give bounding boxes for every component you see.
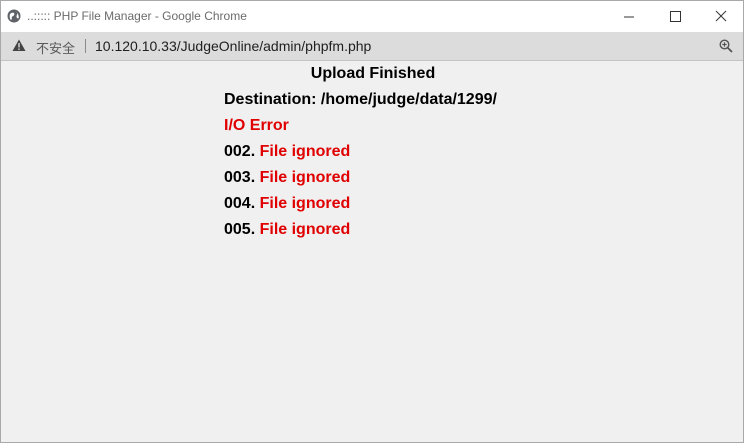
warning-icon[interactable]: [12, 39, 26, 57]
url-field[interactable]: 10.120.10.33/JudgeOnline/admin/phpfm.php: [95, 38, 371, 54]
file-number: 003.: [224, 169, 256, 186]
close-button[interactable]: [698, 1, 744, 32]
minimize-icon: [624, 16, 634, 18]
file-status: File ignored: [259, 195, 351, 212]
file-number: 005.: [224, 221, 256, 238]
file-result-row: 004. File ignored: [224, 195, 350, 213]
file-number: 002.: [224, 143, 256, 160]
window-title: ..::::: PHP File Manager - Google Chrome: [27, 9, 247, 23]
file-result-row: 003. File ignored: [224, 169, 350, 187]
file-status: File ignored: [259, 169, 351, 186]
maximize-button[interactable]: [652, 1, 698, 32]
minimize-button[interactable]: [606, 1, 652, 32]
page-content: Upload Finished Destination: /home/judge…: [1, 61, 743, 442]
globe-icon: [7, 9, 21, 23]
error-message: I/O Error: [224, 117, 289, 134]
security-status[interactable]: 不安全: [36, 38, 75, 57]
destination-line: Destination: /home/judge/data/1299/: [224, 91, 497, 108]
file-status: File ignored: [259, 143, 351, 160]
address-separator: [85, 39, 86, 53]
close-icon: [715, 10, 727, 22]
maximize-icon: [670, 11, 681, 22]
file-result-row: 005. File ignored: [224, 221, 350, 239]
address-bar[interactable]: 不安全 10.120.10.33/JudgeOnline/admin/phpfm…: [1, 32, 743, 61]
file-result-row: 002. File ignored: [224, 143, 350, 161]
title-bar[interactable]: ..::::: PHP File Manager - Google Chrome: [1, 1, 743, 32]
zoom-icon[interactable]: [719, 39, 733, 58]
file-status: File ignored: [259, 221, 351, 238]
browser-window: ..::::: PHP File Manager - Google Chrome: [0, 0, 744, 443]
page-heading: Upload Finished: [310, 65, 436, 82]
file-number: 004.: [224, 195, 256, 212]
